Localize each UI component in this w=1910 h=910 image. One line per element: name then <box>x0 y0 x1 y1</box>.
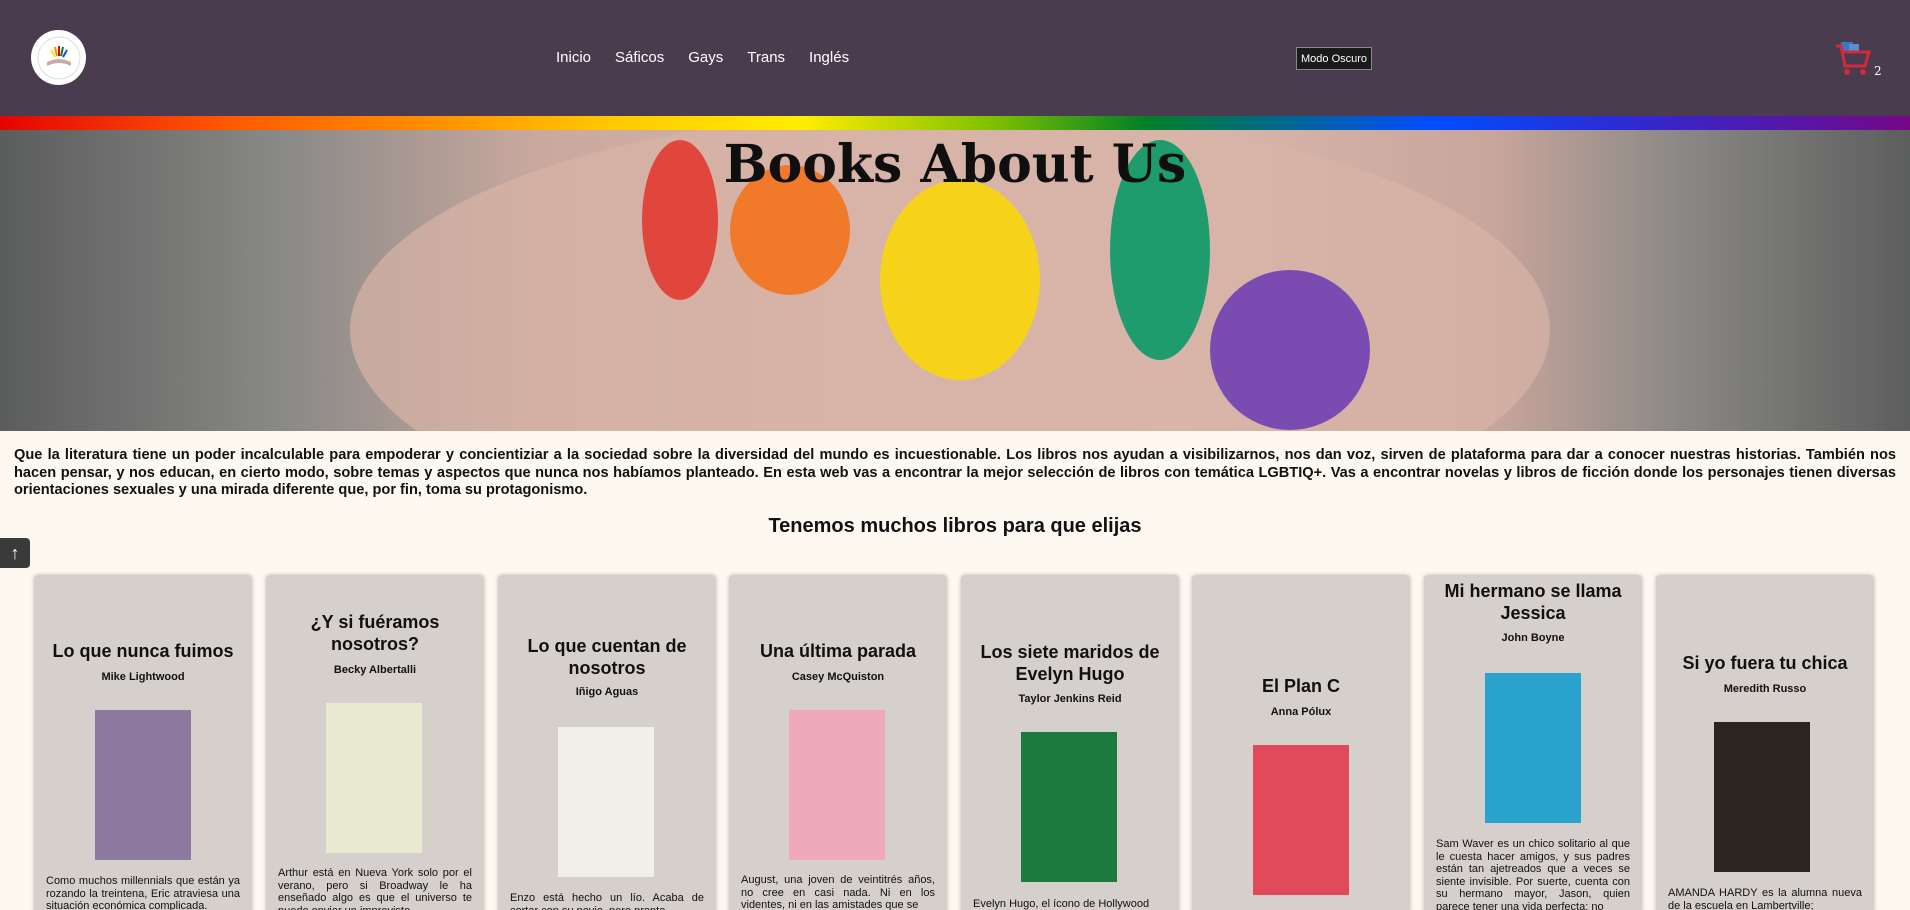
book-author: Anna Pólux <box>1270 706 1332 718</box>
intro-paragraph: Que la literatura tiene un poder incalcu… <box>14 447 1896 498</box>
book-title: Mi hermano se llama Jessica <box>1444 581 1622 623</box>
hero-title: Books About Us <box>723 134 1187 195</box>
book-description: AMANDA HARDY es la alumna nueva de la es… <box>1668 887 1862 910</box>
book-cover <box>1253 745 1349 895</box>
book-card[interactable]: El Plan C Anna Pólux <box>1192 575 1410 910</box>
section-title: Tenemos muchos libros para que elijas <box>768 515 1142 537</box>
book-card[interactable]: Si yo fuera tu chica Meredith Russo AMAN… <box>1656 575 1874 910</box>
book-cover <box>558 727 654 877</box>
arrow-up-icon: ↑ <box>10 542 20 563</box>
book-card[interactable]: Lo que nunca fuimos Mike Lightwood Como … <box>34 575 252 910</box>
dark-mode-button[interactable]: Modo Oscuro <box>1296 47 1373 70</box>
nav-gays[interactable]: Gays <box>688 49 723 66</box>
book-title: Los siete maridos de Evelyn Hugo <box>980 642 1160 684</box>
book-title: Una última parada <box>759 641 917 661</box>
book-description: Evelyn Hugo, el ícono de Hollywood <box>973 898 1150 910</box>
book-author: Taylor Jenkins Reid <box>1018 693 1122 705</box>
book-description: Como muchos millennials que están ya roz… <box>46 875 240 910</box>
book-card[interactable]: ¿Y si fuéramos nosotros? Becky Albertall… <box>266 575 484 910</box>
book-title: ¿Y si fuéramos nosotros? <box>310 612 440 654</box>
book-author: Casey McQuiston <box>791 671 885 683</box>
book-title: Lo que cuentan de nosotros <box>527 636 687 678</box>
book-description: Enzo está hecho un lío. Acaba de cortar … <box>510 892 704 910</box>
book-author: Meredith Russo <box>1723 683 1807 695</box>
book-card[interactable]: Una última parada Casey McQuiston August… <box>729 575 947 910</box>
book-title: Si yo fuera tu chica <box>1682 653 1848 673</box>
cart-button[interactable] <box>1835 38 1871 78</box>
book-cover <box>95 710 191 860</box>
nav-ingles[interactable]: Inglés <box>809 49 849 66</box>
book-card[interactable]: Lo que cuentan de nosotros Iñigo Aguas E… <box>498 575 716 910</box>
book-card[interactable]: Los siete maridos de Evelyn Hugo Taylor … <box>961 575 1179 910</box>
book-logo-icon <box>37 36 80 79</box>
nav-trans[interactable]: Trans <box>747 49 785 66</box>
hero-banner: Books About Us <box>0 130 1910 431</box>
book-card[interactable]: Mi hermano se llama Jessica John Boyne S… <box>1424 575 1642 910</box>
book-cover <box>1714 722 1810 872</box>
nav-saficos[interactable]: Sáficos <box>615 49 664 66</box>
book-author: Iñigo Aguas <box>575 686 639 698</box>
book-description: Sam Waver es un chico solitario al que l… <box>1436 838 1630 910</box>
scroll-top-button[interactable]: ↑ <box>0 538 30 568</box>
main-nav: Inicio Sáficos Gays Trans Inglés <box>556 49 873 66</box>
book-cover <box>789 710 885 860</box>
book-description: August, una joven de veintitrés años, no… <box>741 874 935 910</box>
book-cover <box>1021 732 1117 882</box>
book-author: Becky Albertalli <box>333 664 417 676</box>
book-cover <box>1485 673 1581 823</box>
nav-inicio[interactable]: Inicio <box>556 49 591 66</box>
site-logo[interactable] <box>31 30 86 85</box>
site-header: Inicio Sáficos Gays Trans Inglés Modo Os… <box>0 0 1910 116</box>
book-author: Mike Lightwood <box>101 671 185 683</box>
book-title: Lo que nunca fuimos <box>52 641 234 661</box>
shopping-cart-icon <box>1836 42 1871 75</box>
book-description: Arthur está en Nueva York solo por el ve… <box>278 867 472 910</box>
book-author: John Boyne <box>1501 632 1565 644</box>
book-title: El Plan C <box>1261 676 1341 696</box>
rainbow-bar <box>0 116 1910 130</box>
cart-count-badge: 2 <box>1874 64 1882 78</box>
book-cover <box>326 703 422 853</box>
